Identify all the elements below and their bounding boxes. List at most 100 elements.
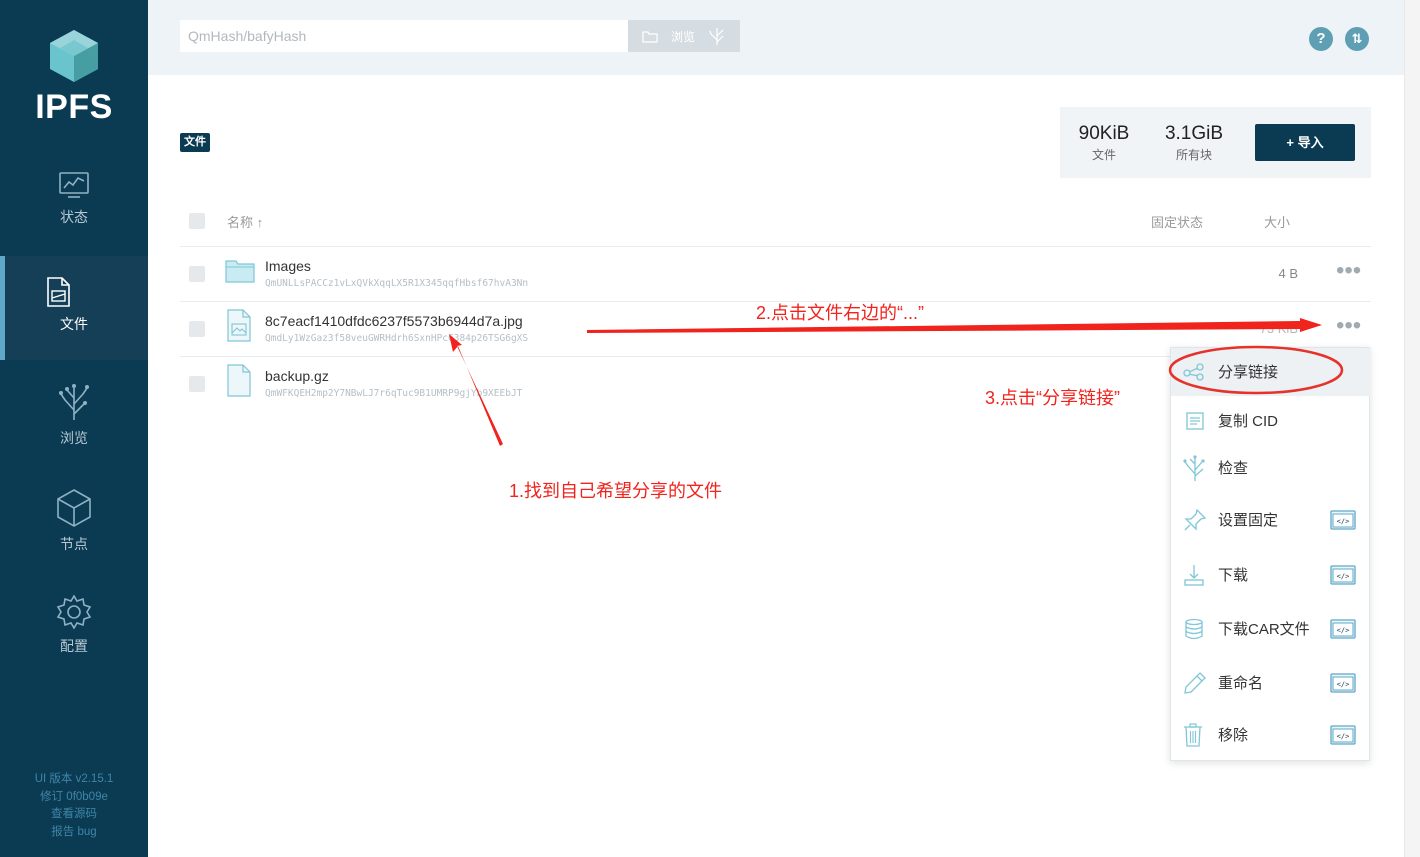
folder-icon: [225, 260, 255, 283]
more-options-icon[interactable]: •••: [1336, 314, 1361, 338]
row-checkbox[interactable]: [189, 376, 205, 392]
header-divider: [180, 246, 1371, 247]
question-icon[interactable]: ?: [1309, 27, 1333, 51]
cli-code-icon[interactable]: </>: [1330, 673, 1356, 693]
menu-item-share-link[interactable]: 分享链接: [1171, 348, 1371, 396]
files-label: 文件: [1091, 148, 1116, 162]
file-size: 4 B: [1278, 266, 1298, 281]
svg-text:</>: </>: [1337, 681, 1350, 689]
ipfs-logo[interactable]: IPFS: [0, 28, 148, 127]
menu-item-remove[interactable]: 移除 </>: [1171, 708, 1371, 762]
menu-label: 下载: [1218, 566, 1249, 584]
menu-label: 复制 CID: [1218, 412, 1279, 430]
svg-text:</>: </>: [1337, 627, 1350, 635]
menu-label: 分享链接: [1218, 363, 1279, 381]
copy-icon: [1186, 412, 1204, 430]
explore-tree-icon: [59, 384, 89, 420]
nav-label-peers: 节点: [60, 536, 88, 552]
topbar: 浏览 ? ⇅: [148, 0, 1404, 75]
cli-code-icon[interactable]: </>: [1330, 510, 1356, 530]
svg-text:</>: </>: [1337, 573, 1350, 581]
name-column-header[interactable]: 名称 ↑: [227, 212, 263, 231]
menu-label: 设置固定: [1218, 511, 1279, 529]
download-icon: [1184, 565, 1204, 586]
browse-button[interactable]: 浏览: [628, 20, 740, 52]
row-checkbox[interactable]: [189, 321, 205, 337]
menu-item-copy-cid[interactable]: 复制 CID: [1171, 396, 1371, 446]
menu-item-download-car[interactable]: 下载CAR文件 </>: [1171, 600, 1371, 658]
file-context-menu: 分享链接 复制 CID 检查 设置固定 </> 下载 </> 下载CAR文件 <…: [1170, 347, 1371, 762]
stats-panel: 90KiB 文件 3.1GiB 所有块 + 导入: [1060, 107, 1371, 178]
row-checkbox[interactable]: [189, 266, 205, 282]
image-file-icon: [227, 309, 251, 342]
file-name[interactable]: backup.gz: [265, 368, 329, 384]
hash-search-input[interactable]: [180, 20, 628, 52]
nav-label-status: 状态: [60, 209, 88, 225]
annotation-step2: 2.点击文件右边的“...”: [756, 303, 925, 323]
svg-text:</>: </>: [1337, 733, 1350, 741]
settings-gear-icon: [56, 594, 92, 630]
menu-item-set-pin[interactable]: 设置固定 </>: [1171, 490, 1371, 550]
annotation-step1: 1.找到自己希望分享的文件: [509, 481, 723, 501]
cli-code-icon[interactable]: </>: [1330, 619, 1356, 639]
cli-code-icon[interactable]: </>: [1330, 565, 1356, 585]
menu-label: 检查: [1218, 459, 1249, 477]
nav-item-peers[interactable]: 节点: [0, 468, 148, 572]
file-hash: QmUNLLsPACCz1vLxQVkXqqLX5R1X345qqfHbsf67…: [265, 278, 529, 289]
blocks-value: 3.1GiB: [1164, 123, 1224, 144]
file-size: 73 KiB: [1259, 321, 1298, 336]
menu-label: 下载CAR文件: [1218, 620, 1310, 638]
explore-small-icon: [709, 28, 724, 45]
pencil-icon: [1184, 672, 1206, 694]
select-all-checkbox[interactable]: [189, 213, 205, 229]
share-icon: [1183, 363, 1204, 381]
files-value: 90KiB: [1078, 123, 1130, 144]
file-name[interactable]: 8c7eacf1410dfdc6237f5573b6944d7a.jpg: [265, 313, 523, 329]
pin-status-column-header[interactable]: 固定状态: [1151, 212, 1203, 231]
sync-arrows-icon[interactable]: ⇅: [1345, 27, 1369, 51]
page-scrollbar[interactable]: [1404, 0, 1420, 857]
nav-label-settings: 配置: [60, 638, 88, 654]
annotation-arrow-step2: [587, 318, 1322, 333]
peers-cube-icon: [57, 489, 91, 527]
nav-label-explore: 浏览: [60, 430, 88, 446]
import-button[interactable]: + 导入: [1255, 124, 1355, 161]
sidebar: IPFS 状态 文件 浏览 节点 配置 UI 版本 v2.15.1 修订 0f0…: [0, 0, 148, 857]
status-chart-icon: [59, 172, 89, 198]
blocks-stat: 3.1GiB 所有块: [1162, 123, 1226, 163]
nav-item-settings[interactable]: 配置: [0, 574, 148, 678]
svg-text:</>: </>: [1337, 518, 1350, 526]
breadcrumb[interactable]: 文件: [180, 133, 210, 152]
bug-link[interactable]: 报告 bug: [0, 824, 148, 842]
blocks-label: 所有块: [1175, 148, 1212, 162]
menu-item-download[interactable]: 下载 </>: [1171, 550, 1371, 600]
annotation-step3: 3.点击“分享链接”: [985, 388, 1120, 408]
pin-icon: [1184, 508, 1207, 531]
menu-label: 移除: [1218, 726, 1249, 744]
ui-version: UI 版本 v2.15.1: [34, 773, 114, 785]
file-name[interactable]: Images: [265, 258, 311, 274]
revision[interactable]: 修订 0f0b09e: [0, 789, 148, 807]
nav-label-files: 文件: [60, 316, 88, 332]
browse-label: 浏览: [670, 29, 695, 44]
menu-item-inspect[interactable]: 检查: [1171, 446, 1371, 490]
file-hash: QmWFKQEH2mp2Y7NBwLJ7r6qTuc9B1UMRP9gjYb9X…: [265, 388, 523, 399]
version-info: UI 版本 v2.15.1 修订 0f0b09e 查看源码 报告 bug: [0, 771, 148, 841]
menu-item-rename[interactable]: 重命名 </>: [1171, 658, 1371, 708]
files-stat: 90KiB 文件: [1074, 123, 1134, 163]
logo-text: IPFS: [35, 88, 113, 126]
more-options-icon[interactable]: •••: [1336, 259, 1361, 283]
menu-label: 重命名: [1218, 674, 1264, 692]
nav-item-status[interactable]: 状态: [0, 151, 148, 255]
trash-icon: [1184, 723, 1202, 747]
inspect-tree-icon: [1183, 455, 1205, 481]
folder-outline-icon: [642, 30, 658, 43]
files-icon: [47, 277, 70, 307]
file-hash: QmdLy1WzGaz3f58veuGWRHdrh6SxnHPcC384p26T…: [265, 333, 529, 344]
nav-item-explore[interactable]: 浏览: [0, 362, 148, 466]
nav-item-files[interactable]: 文件: [0, 256, 148, 360]
file-icon: [227, 364, 251, 397]
cli-code-icon[interactable]: </>: [1330, 725, 1356, 745]
size-column-header[interactable]: 大小: [1264, 212, 1290, 231]
source-link[interactable]: 查看源码: [0, 806, 148, 824]
